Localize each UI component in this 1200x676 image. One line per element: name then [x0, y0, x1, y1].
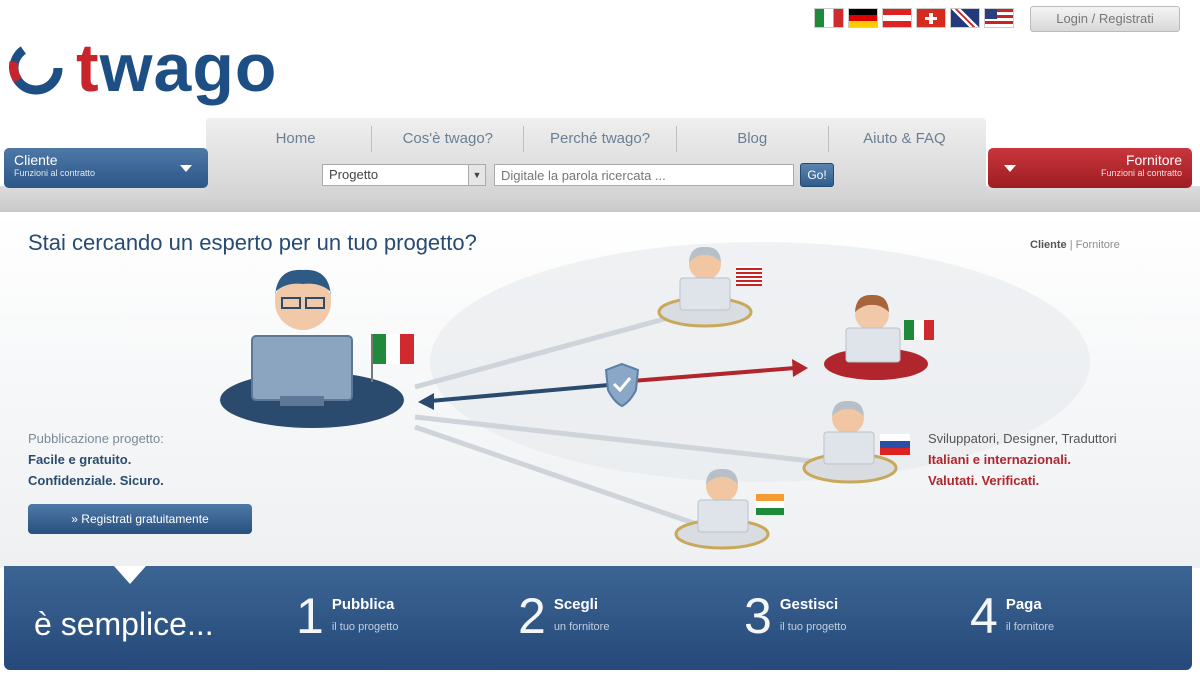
- step-number: 2: [518, 588, 546, 644]
- step-number: 4: [970, 588, 998, 644]
- arrow-left-icon: [418, 393, 434, 410]
- steps-intro: è semplice...: [34, 606, 214, 642]
- client-benefit-3: Confidenziale. Sicuro.: [28, 473, 164, 488]
- nav-perche-twago[interactable]: Perché twago?: [524, 126, 677, 152]
- twago-logo[interactable]: twago: [4, 28, 277, 108]
- step-1[interactable]: 1 Pubblica il tuo progetto: [296, 588, 398, 644]
- cliente-title: Cliente: [14, 152, 58, 168]
- step-3[interactable]: 3 Gestisci il tuo progetto: [744, 588, 846, 644]
- logo-mark-icon: [9, 41, 63, 95]
- step-title: Paga: [1005, 596, 1042, 613]
- nav-menu: Home Cos'è twago? Perché twago? Blog Aiu…: [220, 126, 980, 152]
- step-subtitle: un fornitore: [553, 621, 610, 633]
- cliente-button[interactable]: Cliente Funzioni al contratto: [4, 148, 208, 188]
- steps-notch: [114, 566, 146, 584]
- german-flag-icon[interactable]: [848, 8, 878, 28]
- chevron-down-icon: [180, 165, 192, 172]
- freelancer-benefits: Sviluppatori, Designer, Traduttori Itali…: [928, 428, 1117, 491]
- step-number: 3: [744, 588, 772, 644]
- freelancer-benefit-1: Sviluppatori, Designer, Traduttori: [928, 431, 1117, 446]
- login-register-button[interactable]: Login / Registrati: [1030, 6, 1180, 32]
- nav-blog[interactable]: Blog: [677, 126, 829, 152]
- step-2[interactable]: 2 Scegli un fornitore: [518, 588, 609, 644]
- client-avatar: [220, 269, 414, 428]
- nav-cos-e-twago[interactable]: Cos'è twago?: [372, 126, 525, 152]
- step-subtitle: il tuo progetto: [331, 621, 399, 633]
- nav-aiuto-faq[interactable]: Aiuto & FAQ: [829, 126, 980, 152]
- client-benefit-2: Facile e gratuito.: [28, 452, 132, 467]
- fornitore-title: Fornitore: [1125, 152, 1182, 168]
- austrian-flag-icon[interactable]: [882, 8, 912, 28]
- logo-text: twago: [76, 30, 278, 106]
- search-button[interactable]: Go!: [800, 163, 834, 187]
- us-flag-icon[interactable]: [984, 8, 1014, 28]
- nav-home[interactable]: Home: [220, 126, 373, 152]
- step-subtitle: il fornitore: [1005, 621, 1055, 633]
- register-free-button[interactable]: » Registrati gratuitamente: [28, 504, 252, 534]
- step-title: Scegli: [553, 596, 598, 613]
- chevron-down-icon: ▼: [468, 165, 485, 185]
- step-number: 1: [296, 588, 324, 644]
- client-benefits: Pubblicazione progetto: Facile e gratuit…: [28, 428, 164, 491]
- uk-flag-icon[interactable]: [950, 8, 980, 28]
- freelancer-benefit-2: Italiani e internazionali.: [928, 452, 1072, 467]
- step-title: Pubblica: [331, 596, 395, 613]
- step-subtitle: il tuo progetto: [779, 621, 847, 633]
- chevron-down-icon: [1004, 165, 1016, 172]
- freelancer-benefit-3: Valutati. Verificati.: [928, 473, 1040, 488]
- search-input[interactable]: [494, 164, 794, 186]
- step-4[interactable]: 4 Paga il fornitore: [970, 588, 1054, 644]
- select-value: Progetto: [329, 167, 379, 182]
- fornitore-button[interactable]: Fornitore Funzioni al contratto: [988, 148, 1192, 188]
- cliente-subtitle: Funzioni al contratto: [14, 168, 96, 178]
- italian-flag-icon[interactable]: [814, 8, 844, 28]
- search-category-select[interactable]: Progetto ▼: [322, 164, 486, 186]
- step-title: Gestisci: [779, 596, 839, 613]
- fornitore-subtitle: Funzioni al contratto: [1100, 168, 1182, 178]
- swiss-flag-icon[interactable]: [916, 8, 946, 28]
- language-flags: [814, 8, 1014, 28]
- client-benefit-1: Pubblicazione progetto:: [28, 431, 164, 446]
